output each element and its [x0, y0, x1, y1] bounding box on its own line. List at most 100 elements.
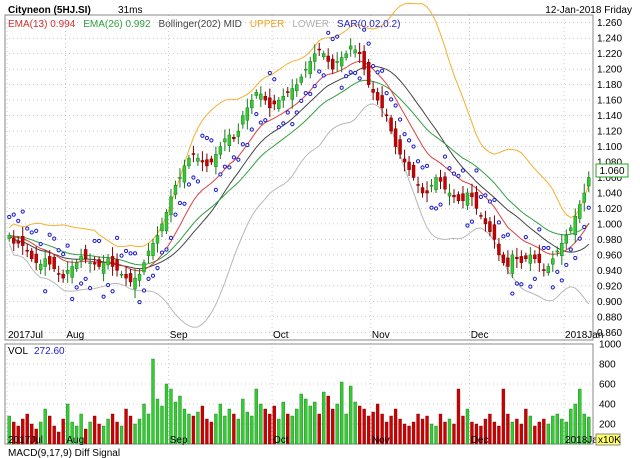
candle-up	[214, 154, 218, 167]
sar-dot	[546, 245, 551, 251]
candle-up	[429, 184, 434, 187]
sar-dot	[47, 232, 52, 237]
sar-dot	[460, 168, 466, 173]
sar-dot	[415, 159, 421, 164]
volume-bar	[322, 391, 326, 445]
sar-dot	[505, 232, 510, 237]
volume-bar	[232, 413, 236, 445]
sar-dot	[555, 269, 560, 275]
price-tick-label: 1.180	[597, 80, 622, 91]
candle-up	[7, 235, 11, 239]
price-tick-label: 1.120	[597, 127, 622, 138]
volume-bar	[196, 411, 200, 445]
sar-dot	[299, 98, 304, 103]
candle-up	[551, 258, 555, 265]
volume-bar	[155, 398, 160, 445]
sar-dot	[469, 219, 475, 224]
volume-bar	[326, 395, 330, 445]
price-tick-label: 0.920	[597, 281, 622, 292]
volume-bar	[83, 428, 88, 445]
volume-bar	[416, 413, 420, 445]
candle-up	[308, 61, 312, 75]
volume-bar	[124, 408, 128, 445]
sar-dot	[308, 91, 313, 97]
sar-dot	[586, 205, 591, 210]
candle-up	[38, 263, 43, 270]
volume-bar	[57, 431, 61, 445]
volume-bar	[245, 411, 249, 445]
candle-down	[375, 92, 380, 101]
candle-down	[115, 259, 119, 271]
volume-bar	[160, 405, 164, 445]
sar-dot	[267, 70, 272, 76]
sar-dot	[20, 209, 25, 214]
sar-dot	[213, 187, 218, 192]
candle-up	[528, 254, 533, 264]
candle-up	[587, 177, 591, 187]
timing-label: 31ms	[118, 5, 142, 16]
volume-bar	[524, 408, 528, 445]
volume-bar	[357, 405, 362, 445]
volume-bar	[241, 398, 245, 445]
legend-entry: EMA(26) 0.992	[83, 19, 151, 30]
candle-down	[25, 249, 29, 252]
sar-dot	[16, 218, 21, 223]
candle-up	[564, 235, 569, 244]
candle-down	[443, 176, 447, 190]
sar-dot	[272, 77, 277, 82]
sar-dot	[254, 111, 259, 117]
candle-up	[259, 93, 263, 100]
volume-multiplier-label: x10K	[598, 435, 621, 446]
volume-bar	[402, 423, 407, 445]
candle-up	[223, 138, 227, 143]
sar-dot	[496, 220, 502, 225]
price-tick-label: 0.900	[597, 297, 622, 308]
price-tick-label: 1.160	[597, 96, 622, 107]
sar-dot	[330, 36, 335, 42]
sar-dot	[294, 110, 299, 115]
volume-bar	[110, 413, 115, 445]
volume-bar	[250, 415, 254, 445]
candle-down	[533, 254, 537, 259]
candle-up	[74, 262, 79, 270]
volume-bar	[434, 425, 438, 445]
candle-down	[461, 193, 465, 201]
volume-time-tick-label: Nov	[372, 435, 390, 446]
volume-bar	[456, 388, 461, 445]
volume-bar	[214, 413, 218, 445]
sar-dot	[132, 251, 138, 256]
time-tick-label: Nov	[372, 330, 390, 341]
sar-dot	[573, 255, 578, 261]
price-tick-label: 0.980	[597, 235, 622, 246]
candle-up	[560, 243, 564, 256]
sar-dot	[564, 262, 569, 268]
candle-down	[470, 192, 474, 198]
candle-down	[524, 255, 528, 259]
volume-bar	[411, 421, 416, 445]
volume-bar	[151, 358, 155, 445]
volume-bar	[335, 403, 339, 445]
volume-bar	[142, 403, 146, 445]
sar-dot	[487, 199, 493, 204]
volume-bar	[510, 421, 515, 445]
candle-down	[29, 250, 34, 259]
candle-up	[137, 273, 142, 281]
sar-dot	[442, 154, 448, 159]
sar-dot	[402, 132, 407, 137]
volume-bar	[290, 415, 294, 445]
candle-up	[155, 235, 160, 244]
candle-up	[241, 115, 245, 125]
candle-down	[205, 159, 209, 167]
volume-bar	[420, 418, 425, 445]
candle-down	[537, 253, 542, 263]
candle-down	[232, 137, 236, 140]
candle-up	[434, 177, 438, 191]
sar-dot	[114, 235, 120, 240]
volume-bar	[236, 418, 241, 445]
legend-entry: LOWER	[292, 19, 329, 30]
candle-down	[479, 215, 483, 217]
candle-down	[200, 160, 205, 163]
volume-bar	[97, 423, 101, 445]
volume-bar	[146, 413, 151, 445]
volume-bar	[362, 408, 366, 445]
